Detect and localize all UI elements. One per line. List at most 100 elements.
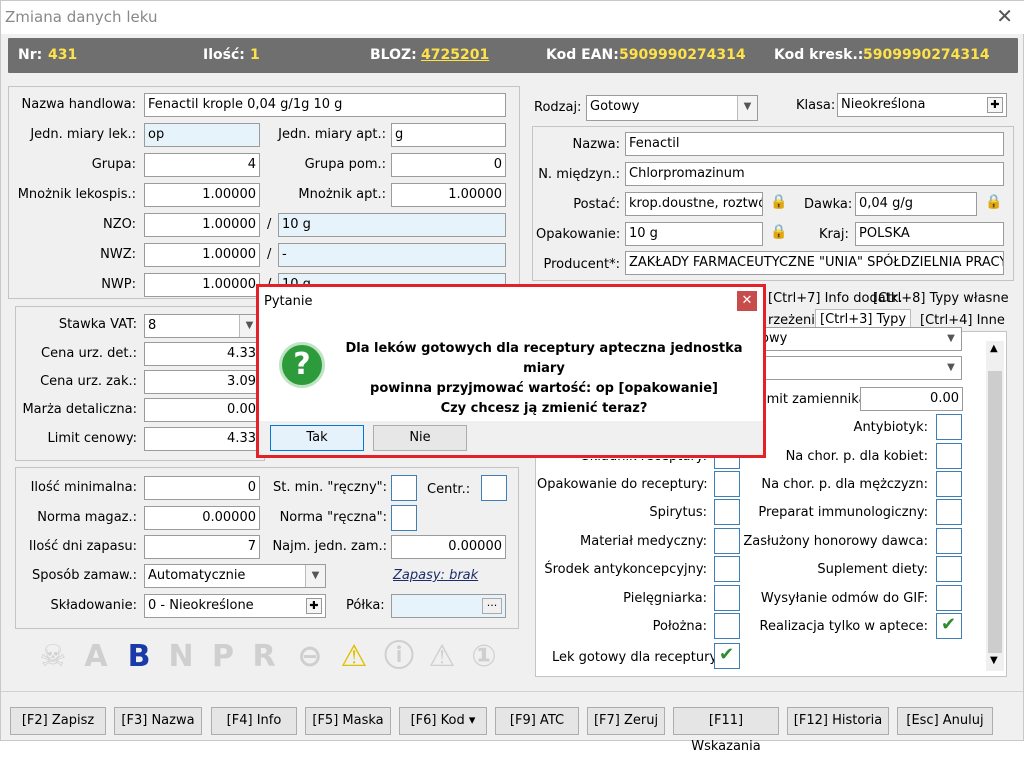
type-select-1[interactable]: owy ▼ xyxy=(757,327,962,351)
indications-button[interactable]: [F11] Wskazania xyxy=(673,707,779,754)
producent-input[interactable]: ZAKŁADY FARMACEUTYCZNE "UNIA" SPÓŁDZIELN… xyxy=(625,251,1004,275)
nwz-label: NWZ: xyxy=(100,247,136,262)
polka-browse-button[interactable]: ··· xyxy=(482,598,502,614)
no-entry-icon[interactable]: ⊖ xyxy=(292,639,328,675)
grupa-input[interactable]: 4 xyxy=(144,153,260,177)
rodzaj-select[interactable]: Gotowy ▼ xyxy=(586,95,758,121)
postac-input[interactable]: krop.doustne, roztwór xyxy=(625,192,763,216)
lek-gotowy-checkbox[interactable] xyxy=(714,643,740,669)
mezczyzn-checkbox[interactable] xyxy=(936,471,962,497)
antybiotyk-checkbox[interactable] xyxy=(936,414,962,440)
apteka-checkbox[interactable] xyxy=(936,613,962,639)
opak-rec-checkbox[interactable] xyxy=(714,471,740,497)
chevron-down-icon[interactable]: ▼ xyxy=(990,655,998,666)
marza-input[interactable]: 0.00 xyxy=(144,398,260,422)
dawka-input[interactable]: 0,04 g/g xyxy=(855,192,977,216)
exclamation-icon[interactable]: ⚠ xyxy=(424,639,460,675)
zapasy-link[interactable]: Zapasy: brak xyxy=(393,568,478,583)
immuno-checkbox[interactable] xyxy=(936,499,962,525)
nwp-label: NWP: xyxy=(101,277,136,292)
grupa-pom-input[interactable]: 0 xyxy=(391,153,506,177)
spirytus-checkbox[interactable] xyxy=(714,499,740,525)
mnoznik-lek-input[interactable]: 1.00000 xyxy=(144,183,260,207)
nazwa-handlowa-input[interactable]: Fenactil krople 0,04 g/1g 10 g xyxy=(144,93,506,117)
polozna-checkbox[interactable] xyxy=(714,613,740,639)
code-button[interactable]: [F6] Kod ▾ xyxy=(399,707,487,735)
nwz-unit-input[interactable]: - xyxy=(278,243,506,267)
material-checkbox[interactable] xyxy=(714,528,740,554)
suplement-checkbox[interactable] xyxy=(936,556,962,582)
cena-det-input[interactable]: 4.33 xyxy=(144,342,260,366)
letter-n-icon[interactable]: N xyxy=(163,639,199,675)
gif-checkbox[interactable] xyxy=(936,585,962,611)
honorowy-checkbox[interactable] xyxy=(936,528,962,554)
letter-b-icon[interactable]: B xyxy=(121,639,157,675)
ilosc-min-input[interactable]: 0 xyxy=(144,476,260,500)
plus-icon[interactable]: ✚ xyxy=(306,598,322,614)
pielegniarka-checkbox[interactable] xyxy=(714,585,740,611)
polka-input[interactable]: ··· xyxy=(391,594,506,618)
cancel-button[interactable]: [Esc] Anuluj xyxy=(897,707,993,735)
st-min-checkbox[interactable] xyxy=(391,475,417,501)
sposob-select[interactable]: Automatycznie ▼ xyxy=(144,564,326,588)
reset-button[interactable]: [F7] Zeruj xyxy=(587,707,665,735)
letter-r-icon[interactable]: R xyxy=(246,639,282,675)
vat-select[interactable]: 8 ▼ xyxy=(144,314,260,338)
mask-button[interactable]: [F5] Maska xyxy=(305,707,391,735)
skladowanie-input[interactable]: 0 - Nieokreślone ✚ xyxy=(144,594,326,618)
dni-input[interactable]: 7 xyxy=(144,535,260,559)
norma-r-checkbox[interactable] xyxy=(391,505,417,531)
limit-zam-input[interactable]: 0.00 xyxy=(860,387,963,411)
limit-input[interactable]: 4.33 xyxy=(144,427,260,451)
chevron-down-icon: ▼ xyxy=(305,565,325,587)
mnoznik-apt-input[interactable]: 1.00000 xyxy=(391,183,506,207)
nazwa-input[interactable]: Fenactil xyxy=(625,132,1004,156)
dialog-footer: Tak Nie xyxy=(259,421,763,455)
lock-icon[interactable]: 🔒 xyxy=(985,194,1002,212)
kobiet-checkbox[interactable] xyxy=(936,443,962,469)
st-min-label: St. min. "ręczny": xyxy=(273,480,387,495)
nwz-input[interactable]: 1.00000 xyxy=(144,243,260,267)
letter-a-icon[interactable]: A xyxy=(78,639,114,675)
opak-label: Opakowanie: xyxy=(536,227,621,242)
norma-input[interactable]: 0.00000 xyxy=(144,506,260,530)
atc-button[interactable]: [F9] ATC xyxy=(495,707,579,735)
types-scrollbar[interactable]: ▲ ▼ xyxy=(986,341,1004,671)
info-button[interactable]: [F4] Info xyxy=(211,707,297,735)
opak-input[interactable]: 10 g xyxy=(625,222,763,246)
lock-icon[interactable]: 🔒 xyxy=(770,194,787,212)
dialog-close-button[interactable]: ✕ xyxy=(737,291,757,311)
info-bubble-icon[interactable]: ⓘ xyxy=(381,639,417,675)
type-select-2[interactable]: ▼ xyxy=(757,356,962,380)
tab-typy-wlasne[interactable]: [Ctrl+8] Typy własne xyxy=(869,289,1013,311)
jedn-apt-input[interactable]: g xyxy=(391,123,506,147)
name-button[interactable]: [F3] Nazwa xyxy=(114,707,202,735)
nwp-input[interactable]: 1.00000 xyxy=(144,273,260,297)
no-button[interactable]: Nie xyxy=(373,425,467,451)
kresk-label: Kod kresk.: xyxy=(774,47,864,63)
letter-p-icon[interactable]: P xyxy=(205,639,241,675)
warning-icon[interactable]: ⚠ xyxy=(336,639,372,675)
cena-zak-input[interactable]: 3.09 xyxy=(144,370,260,394)
nzo-input[interactable]: 1.00000 xyxy=(144,213,260,237)
close-icon[interactable]: ✕ xyxy=(996,4,1013,28)
poison-icon[interactable]: ☠ xyxy=(35,639,71,675)
lock-icon[interactable]: 🔒 xyxy=(770,224,787,242)
bloz-link[interactable]: 4725201 xyxy=(421,47,489,63)
history-button[interactable]: [F12] Historia xyxy=(787,707,889,735)
plus-icon[interactable]: ✚ xyxy=(987,97,1003,113)
centr-checkbox[interactable] xyxy=(481,475,507,501)
najm-input[interactable]: 0.00000 xyxy=(391,535,506,559)
save-button[interactable]: [F2] Zapisz xyxy=(10,707,106,735)
jedn-lek-input[interactable]: op xyxy=(144,123,260,147)
klasa-input[interactable]: Nieokreślona ✚ xyxy=(837,93,1007,117)
kraj-input[interactable]: POLSKA xyxy=(855,222,1004,246)
marza-label: Marża detaliczna: xyxy=(22,402,137,417)
yes-button[interactable]: Tak xyxy=(270,425,364,451)
scrollbar-thumb[interactable] xyxy=(988,371,1002,653)
antykonc-checkbox[interactable] xyxy=(714,556,740,582)
chevron-up-icon[interactable]: ▲ xyxy=(990,343,998,354)
miedzyn-input[interactable]: Chlorpromazinum xyxy=(625,162,1004,186)
nzo-unit-input[interactable]: 10 g xyxy=(278,213,506,237)
number-one-icon[interactable]: ① xyxy=(466,639,502,675)
